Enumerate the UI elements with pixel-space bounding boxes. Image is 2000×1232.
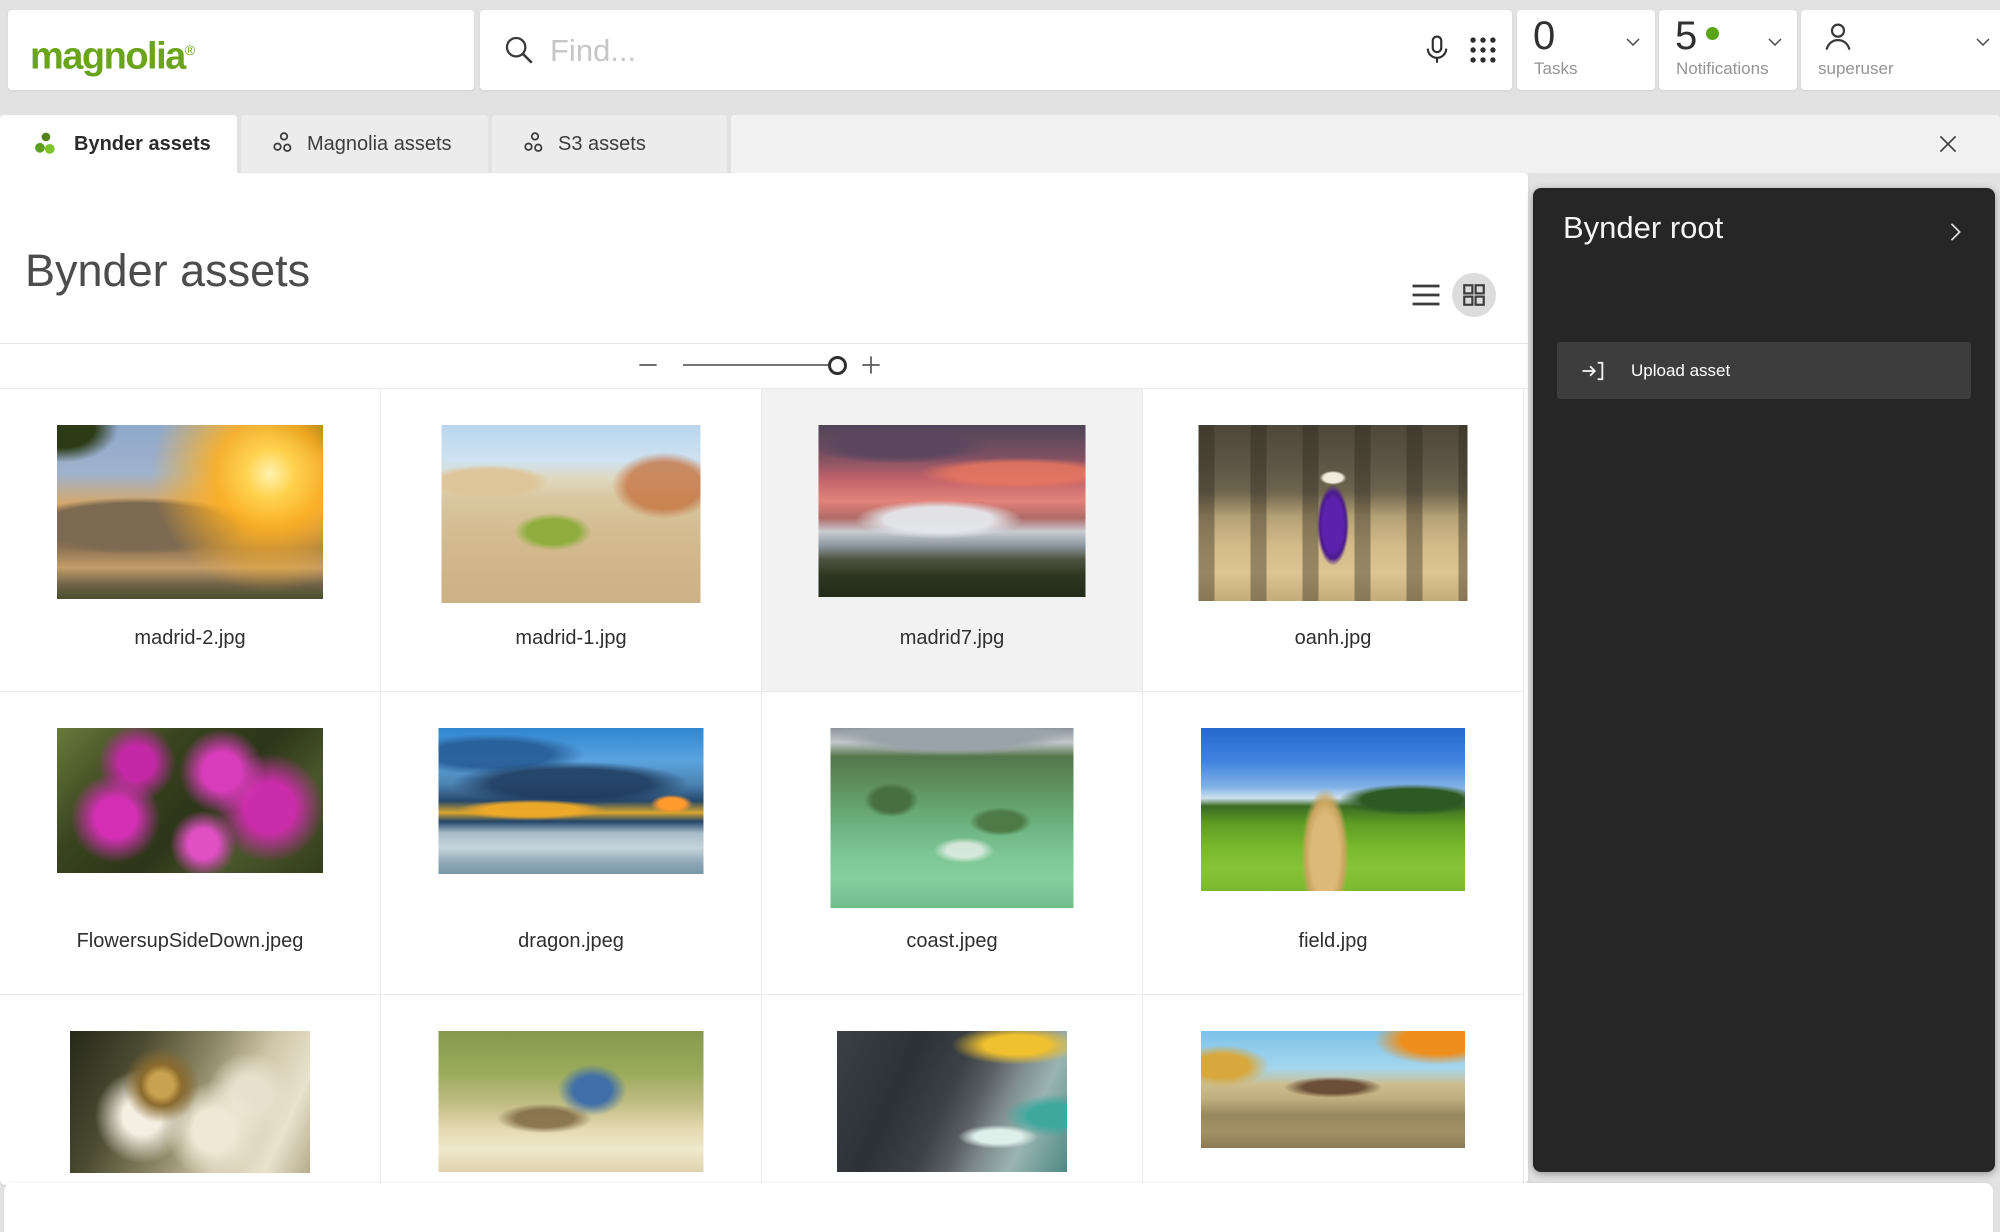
asset-card[interactable] xyxy=(1143,995,1524,1185)
asset-thumbnail xyxy=(837,1031,1067,1172)
tab-strip xyxy=(731,115,2000,173)
asset-card[interactable]: coast.jpeg xyxy=(762,692,1143,995)
asset-label: madrid-1.jpg xyxy=(381,627,761,650)
asset-label: madrid-2.jpg xyxy=(0,627,380,650)
notifications-dropdown[interactable]: 5 Notifications xyxy=(1659,10,1797,90)
asset-label: coast.jpeg xyxy=(762,930,1142,953)
apps-grid-icon[interactable] xyxy=(1466,33,1500,67)
asset-label: FlowersupSideDown.jpeg xyxy=(0,930,380,953)
asset-thumbnail xyxy=(442,425,701,603)
microphone-icon[interactable] xyxy=(1420,33,1454,67)
user-label: superuser xyxy=(1818,59,1894,79)
asset-thumbnail xyxy=(57,728,323,873)
asset-card[interactable]: oanh.jpg xyxy=(1143,389,1524,692)
asset-thumbnail xyxy=(831,728,1074,908)
close-icon[interactable] xyxy=(1935,131,1961,157)
user-menu[interactable]: superuser xyxy=(1801,10,2000,90)
import-arrow-icon xyxy=(1579,357,1607,385)
asset-thumbnail xyxy=(1201,1031,1465,1148)
tasks-dropdown[interactable]: 0 Tasks xyxy=(1517,10,1655,90)
asset-card[interactable] xyxy=(0,995,381,1185)
grid-view-icon[interactable] xyxy=(1452,273,1496,317)
content-area: Bynder assets madrid-2.jpg madrid-1.jpg … xyxy=(0,173,1528,1185)
asset-card[interactable]: dragon.jpeg xyxy=(381,692,762,995)
search-input[interactable] xyxy=(548,10,1372,92)
asset-label: dragon.jpeg xyxy=(381,930,761,953)
zoom-out-icon[interactable] xyxy=(635,352,661,378)
zoom-in-icon[interactable] xyxy=(858,352,884,378)
tasks-label: Tasks xyxy=(1534,59,1577,79)
assets-dots-icon xyxy=(522,131,548,157)
action-panel: Bynder root Upload asset xyxy=(1533,188,1995,1172)
user-icon xyxy=(1819,18,1857,56)
notification-dot xyxy=(1706,27,1719,40)
upload-asset-button[interactable]: Upload asset xyxy=(1557,342,1971,399)
tab-bynder-assets[interactable]: Bynder assets xyxy=(0,115,237,173)
asset-card[interactable]: field.jpg xyxy=(1143,692,1524,995)
chevron-down-icon xyxy=(1621,30,1645,54)
search-bar xyxy=(480,10,1512,90)
divider xyxy=(0,343,1528,344)
tab-s3-assets[interactable]: S3 assets xyxy=(492,115,727,173)
registered-mark: ® xyxy=(185,42,195,58)
tab-label: S3 assets xyxy=(558,115,646,173)
asset-label: field.jpg xyxy=(1143,930,1523,953)
search-icon xyxy=(502,33,536,67)
logo-card: magnolia® xyxy=(8,10,474,90)
asset-card[interactable]: madrid-2.jpg xyxy=(0,389,381,692)
list-view-icon[interactable] xyxy=(1408,277,1444,313)
asset-thumbnail xyxy=(1199,425,1468,601)
asset-card[interactable]: madrid7.jpg xyxy=(762,389,1143,692)
asset-card[interactable] xyxy=(762,995,1143,1185)
asset-card[interactable]: FlowersupSideDown.jpeg xyxy=(0,692,381,995)
tab-label: Bynder assets xyxy=(74,115,211,173)
tab-label: Magnolia assets xyxy=(307,115,452,173)
asset-card[interactable]: madrid-1.jpg xyxy=(381,389,762,692)
notifications-count: 5 xyxy=(1675,14,1697,59)
panel-title: Bynder root xyxy=(1563,210,1723,246)
bynder-dots-icon xyxy=(34,131,60,157)
chevron-right-icon[interactable] xyxy=(1941,218,1969,246)
asset-label: oanh.jpg xyxy=(1143,627,1523,650)
magnolia-logo[interactable]: magnolia® xyxy=(30,10,195,97)
notifications-label: Notifications xyxy=(1676,59,1769,79)
slider-handle[interactable] xyxy=(828,356,847,375)
page-title: Bynder assets xyxy=(25,245,310,297)
tab-magnolia-assets[interactable]: Magnolia assets xyxy=(241,115,488,173)
asset-thumbnail xyxy=(70,1031,310,1173)
asset-thumbnail xyxy=(57,425,323,599)
chevron-down-icon xyxy=(1971,30,1995,54)
upload-asset-label: Upload asset xyxy=(1631,342,1730,399)
asset-thumbnail xyxy=(439,728,704,874)
asset-thumbnail xyxy=(819,425,1086,597)
asset-thumbnail xyxy=(1201,728,1465,891)
footer-bar xyxy=(4,1183,1993,1232)
thumbnail-size-slider[interactable] xyxy=(683,364,843,366)
app-window: magnolia® 0 Tasks 5 Notifications xyxy=(0,0,2000,1232)
asset-thumbnail xyxy=(439,1031,704,1172)
asset-grid: madrid-2.jpg madrid-1.jpg madrid7.jpg oa… xyxy=(0,388,1528,1185)
tasks-count: 0 xyxy=(1533,14,1555,59)
chevron-down-icon xyxy=(1763,30,1787,54)
asset-label: madrid7.jpg xyxy=(762,627,1142,650)
assets-dots-icon xyxy=(271,131,297,157)
asset-card[interactable] xyxy=(381,995,762,1185)
